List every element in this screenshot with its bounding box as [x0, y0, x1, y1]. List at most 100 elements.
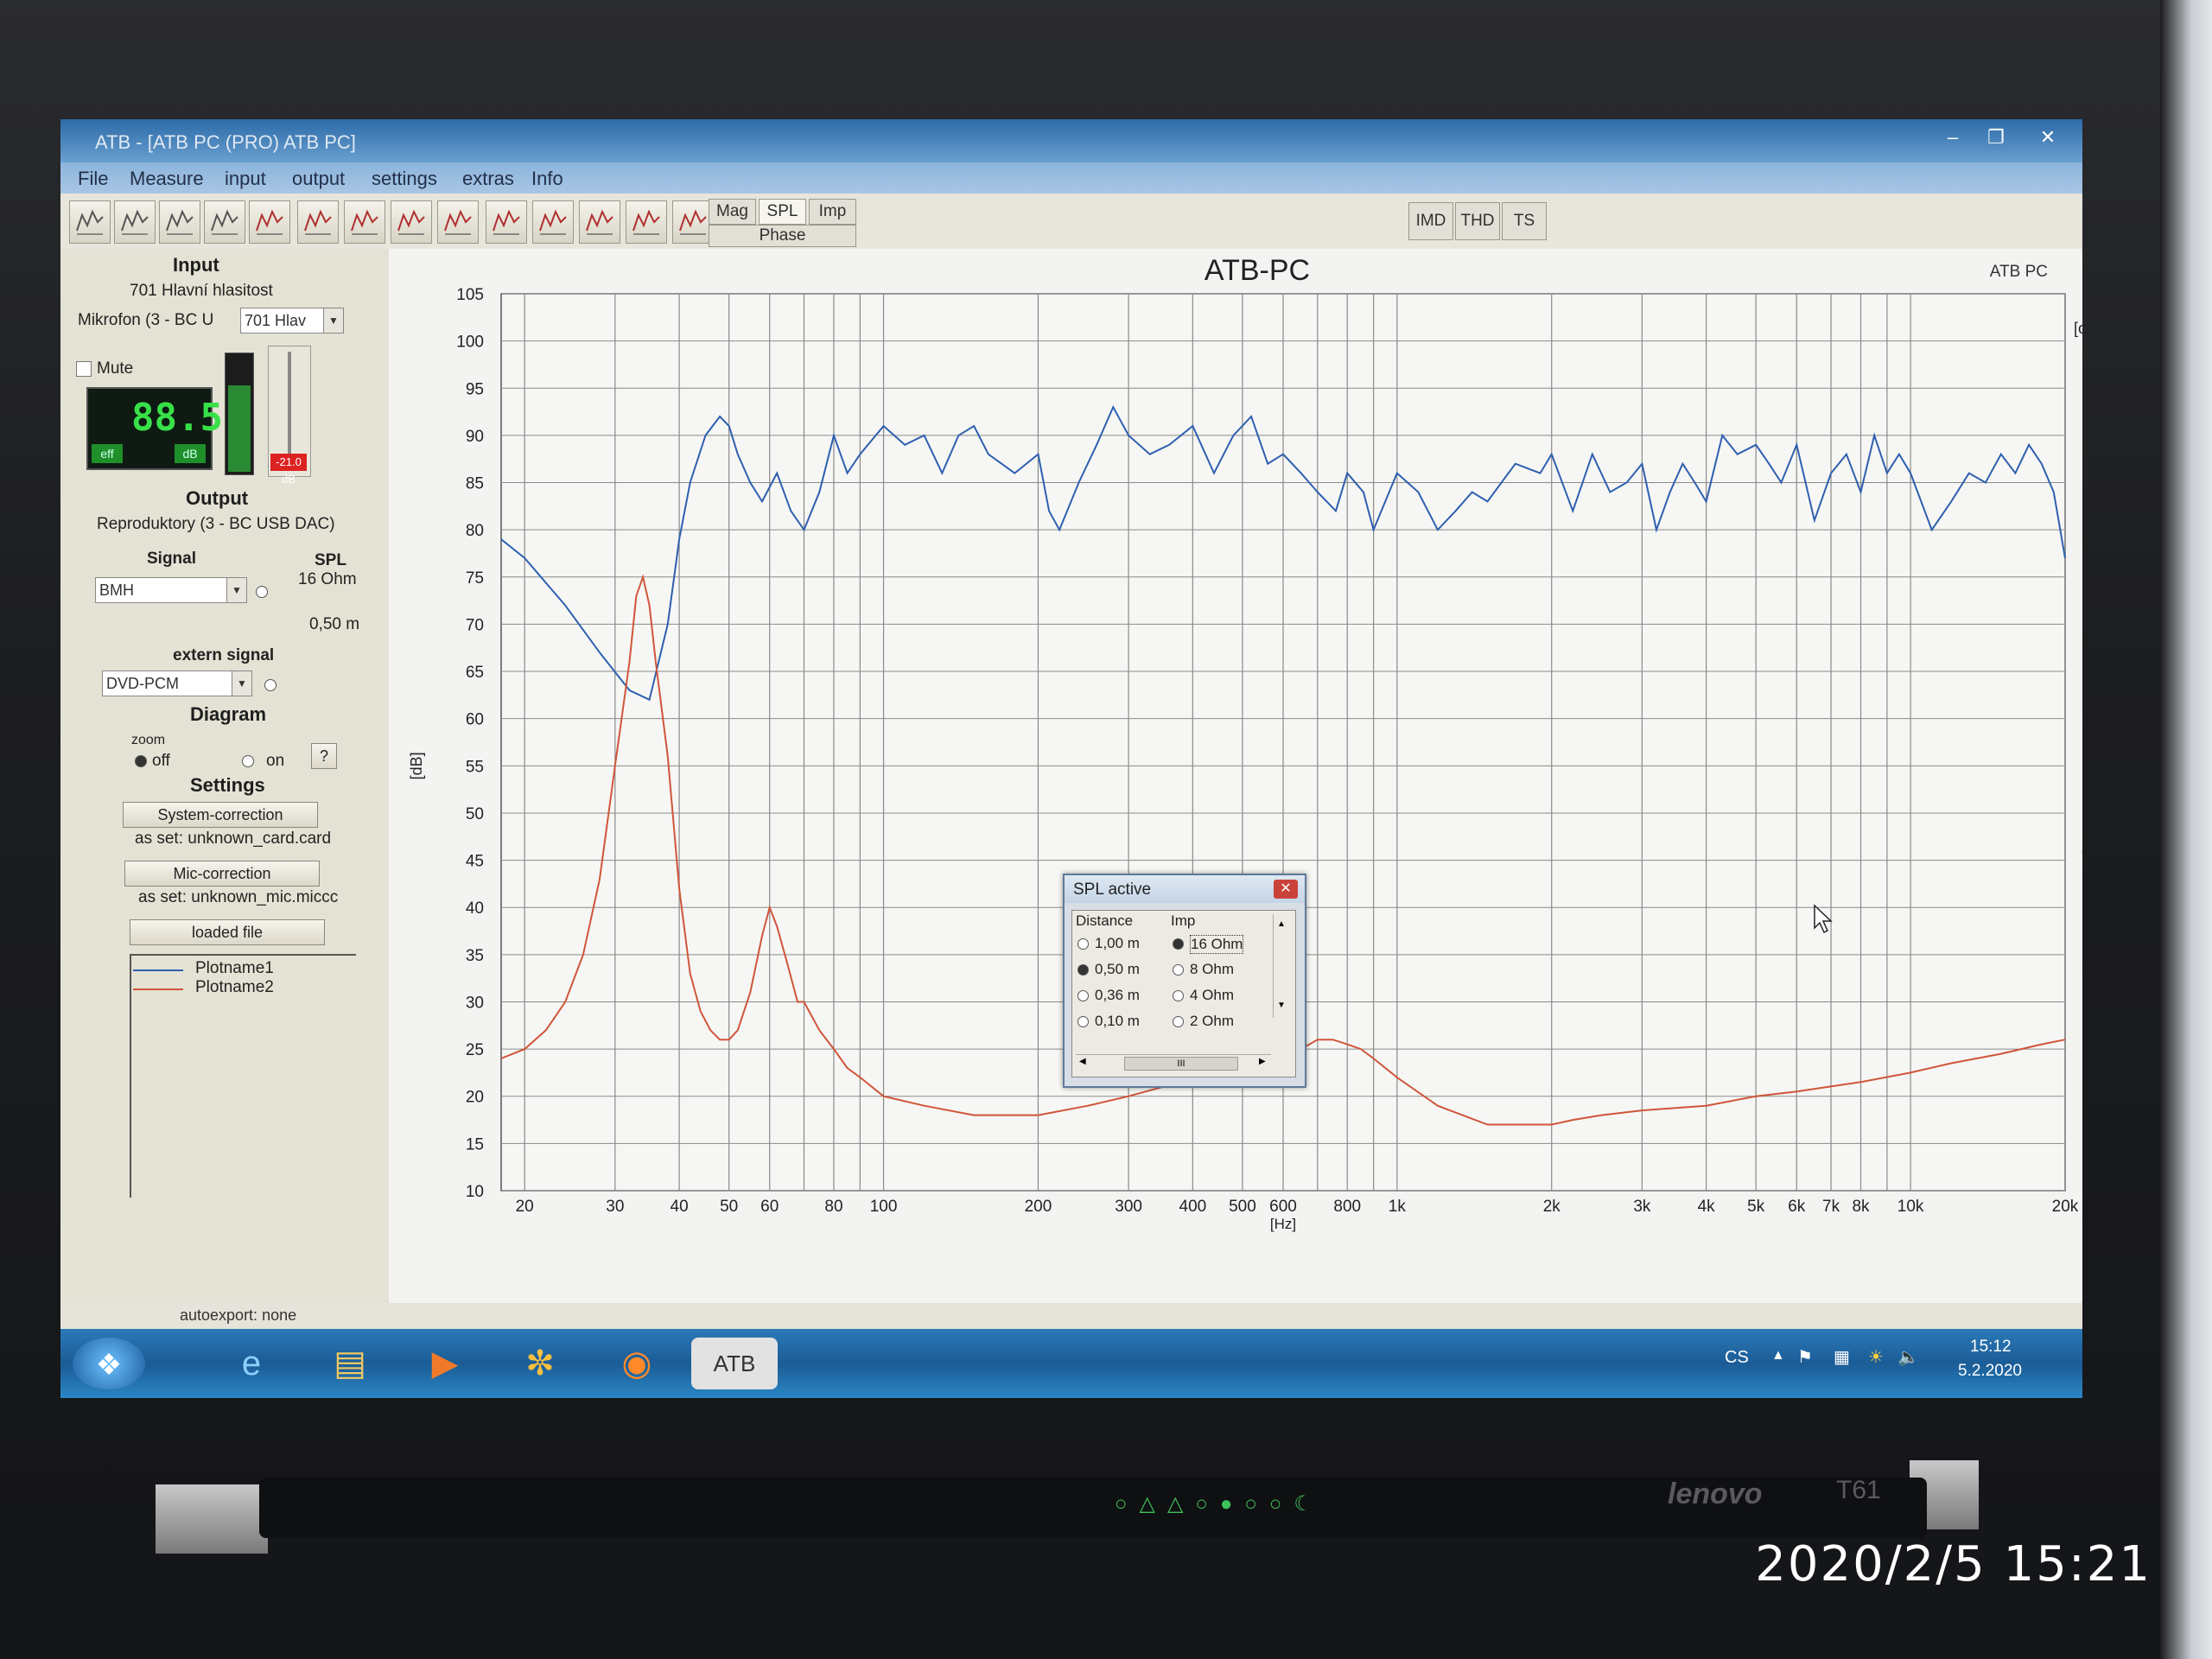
menu-settings[interactable]: settings [372, 168, 437, 190]
chart-c-icon[interactable] [344, 200, 385, 244]
ts-button[interactable]: TS [1502, 202, 1547, 240]
zoom-on-radio[interactable] [242, 755, 254, 767]
y-tick-label: 45 [466, 853, 484, 871]
language-indicator[interactable]: CS [1725, 1348, 1749, 1368]
open-file-icon[interactable] [114, 200, 156, 244]
chart-a-icon[interactable] [249, 200, 290, 244]
menu-input[interactable]: input [225, 168, 266, 190]
distance-radio[interactable] [1077, 990, 1089, 1001]
tab-imp[interactable]: Imp [809, 199, 856, 225]
x-tick-label: 80 [824, 1198, 842, 1216]
list-icon[interactable] [579, 200, 620, 244]
paint-icon[interactable]: ✼ [510, 1338, 570, 1389]
chart-e-icon[interactable] [437, 200, 479, 244]
media-player-icon[interactable]: ▶ [415, 1338, 475, 1389]
dialog-titlebar: SPL active ✕ [1065, 875, 1305, 903]
flag-icon[interactable]: ⚑ [1797, 1346, 1813, 1368]
y-tick-label: 10 [466, 1183, 484, 1201]
atb-app-icon[interactable]: ATB [691, 1338, 778, 1389]
menu-output[interactable]: output [292, 168, 345, 190]
gain-value: -21.0 dB [270, 454, 307, 486]
left-panel: Input 701 Hlavní hlasitost Mikrofon (3 -… [60, 249, 391, 1303]
distance-option: 0,50 m [1095, 961, 1140, 977]
y2-axis-label: [ohm] [2074, 320, 2082, 337]
system-correction-button[interactable]: System-correction [123, 802, 318, 828]
photo-timestamp: 2020/2/5 15:21 [1755, 1536, 2152, 1592]
distance-option: 1,00 m [1095, 935, 1140, 951]
distance-option: 0,10 m [1095, 1013, 1140, 1029]
chart-d-icon[interactable] [391, 200, 432, 244]
help-button[interactable]: ? [311, 743, 337, 769]
zoom-off-radio[interactable] [135, 755, 147, 767]
extern-radio[interactable] [264, 679, 276, 691]
start-button-icon[interactable]: ❖ [73, 1338, 145, 1389]
menu-info[interactable]: Info [531, 168, 563, 190]
zoom-off-label: off [152, 752, 170, 770]
distance-radio[interactable] [1077, 938, 1089, 950]
minimize-icon[interactable]: – [1936, 126, 1970, 152]
x-tick-label: 50 [720, 1198, 738, 1216]
thd-button[interactable]: THD [1455, 202, 1500, 240]
chart-b-icon[interactable] [297, 200, 339, 244]
dialog-vscroll[interactable]: ▲ ▼ [1273, 914, 1291, 1018]
signal-radio[interactable] [256, 586, 268, 598]
menu-extras[interactable]: extras [462, 168, 514, 190]
mute-label: Mute [97, 359, 134, 378]
imp-radio[interactable] [1173, 1016, 1184, 1027]
legend-item-2: Plotname2 [195, 978, 274, 996]
mute-checkbox[interactable] [76, 361, 92, 377]
distance-label: Distance [1076, 912, 1134, 929]
y-tick-label: 90 [466, 428, 484, 446]
clock-date[interactable]: 5.2.2020 [1958, 1362, 2022, 1381]
legend-box: Plotname1 Plotname2 [130, 954, 356, 1198]
new-file-icon[interactable] [69, 200, 111, 244]
print-icon[interactable] [159, 200, 200, 244]
menu-file[interactable]: File [78, 168, 108, 190]
clock-time[interactable]: 15:12 [1970, 1338, 2012, 1357]
input-device-combo[interactable]: 701 Hlav ▼ [240, 308, 344, 334]
imd-button[interactable]: IMD [1408, 202, 1453, 240]
restore-icon[interactable]: ❐ [1979, 126, 2013, 152]
tab-mag[interactable]: Mag [709, 199, 756, 225]
menu-measure[interactable]: Measure [130, 168, 204, 190]
dialog-hscroll[interactable]: ◀ III ▶ [1076, 1054, 1271, 1072]
firefox-icon[interactable]: ◉ [607, 1338, 667, 1389]
scroll-thumb[interactable]: III [1124, 1057, 1238, 1071]
chart-f-icon[interactable] [486, 200, 527, 244]
distance-radio[interactable] [1077, 1016, 1089, 1027]
extern-signal-combo[interactable]: DVD-PCM ▼ [102, 671, 252, 696]
tab-spl[interactable]: SPL [759, 199, 806, 225]
spectrum-icon[interactable] [626, 200, 667, 244]
close-icon[interactable]: ✕ [1274, 880, 1298, 899]
internet-explorer-icon[interactable]: e [221, 1338, 282, 1389]
spl-distance: 0,50 m [309, 615, 360, 633]
distance-radio[interactable] [1077, 964, 1089, 976]
y-tick-label: 25 [466, 1041, 484, 1059]
chevron-down-icon: ▼ [232, 671, 251, 696]
imp-radio[interactable] [1173, 964, 1184, 976]
tray-expand-icon[interactable]: ▲ [1771, 1348, 1785, 1363]
window-titlebar: ATB - [ATB PC (PRO) ATB PC] – ❐ ✕ [60, 119, 2082, 162]
spl-ohm: 16 Ohm [298, 570, 357, 588]
loaded-file-button[interactable]: loaded file [130, 919, 325, 945]
spl-label: SPL [315, 551, 346, 569]
mic-correction-button[interactable]: Mic-correction [124, 861, 320, 887]
file-explorer-icon[interactable]: ▤ [320, 1338, 380, 1389]
vu-bar-fill [228, 385, 251, 472]
network-icon[interactable]: ▦ [1834, 1346, 1850, 1368]
power-icon[interactable]: ☀ [1868, 1346, 1884, 1368]
waterfall-icon[interactable] [672, 200, 714, 244]
mouse-cursor-icon [1814, 904, 1833, 934]
chart-g-icon[interactable] [532, 200, 574, 244]
signal-combo[interactable]: BMH ▼ [95, 577, 247, 603]
imp-radio[interactable] [1173, 990, 1184, 1001]
gain-slider[interactable]: -21.0 dB [268, 346, 311, 486]
volume-icon[interactable]: 🔈 [1897, 1346, 1919, 1368]
export-icon[interactable] [204, 200, 245, 244]
level-meter: 88.5 eff dB [86, 387, 223, 470]
x-tick-label: 400 [1179, 1198, 1207, 1216]
close-icon[interactable]: ✕ [2031, 126, 2065, 152]
legend-line-1 [133, 969, 183, 971]
tab-phase[interactable]: Phase [709, 225, 856, 247]
imp-radio[interactable] [1173, 938, 1184, 950]
